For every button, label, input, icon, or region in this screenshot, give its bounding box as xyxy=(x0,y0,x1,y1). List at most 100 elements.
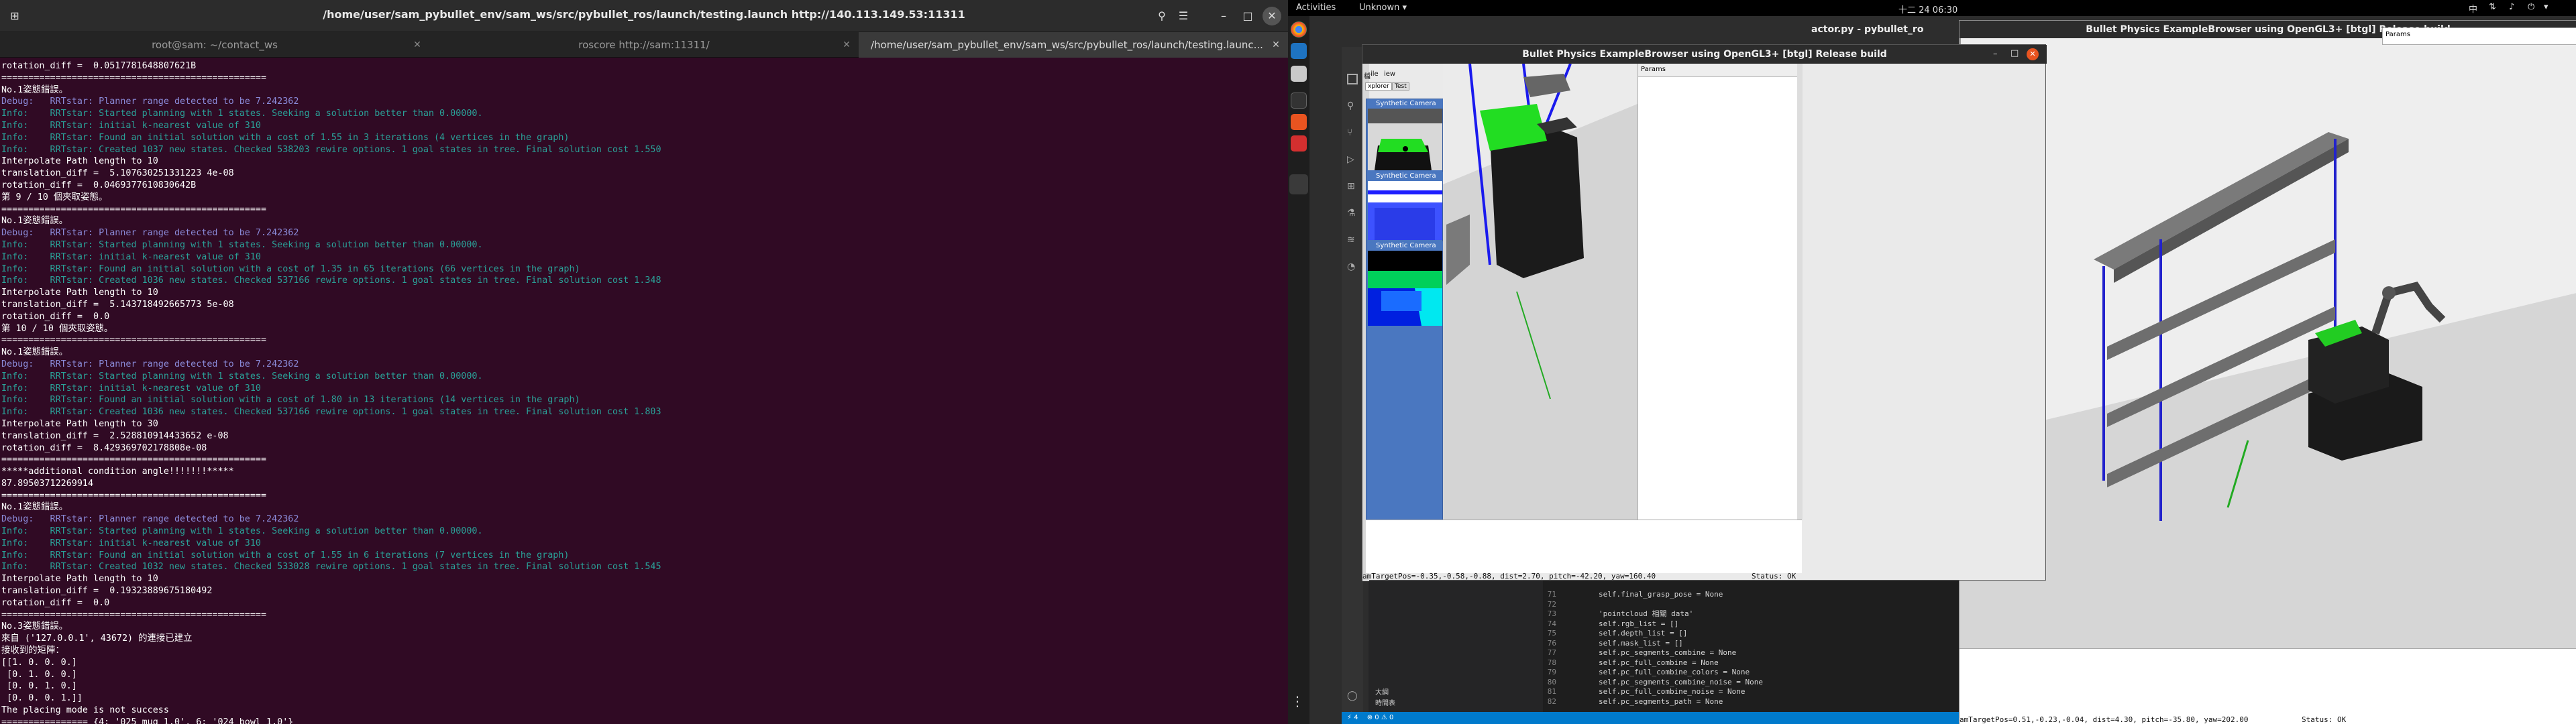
code-line[interactable]: self.pc_segments_path = None xyxy=(1563,697,1723,707)
code-line[interactable]: self.final_grasp_pose = None xyxy=(1563,590,1723,599)
docker-icon[interactable]: ≋ xyxy=(1347,235,1355,245)
rgb-image xyxy=(1368,109,1442,170)
terminal-titlebar: ⊞ /home/user/sam_pybullet_env/sam_ws/src… xyxy=(0,0,1288,32)
chevron-down-icon[interactable]: ▾ xyxy=(2544,2,2548,12)
bullet-3d-viewport[interactable] xyxy=(1960,38,2576,648)
status-item[interactable]: ⚡ 4 xyxy=(1347,714,1358,721)
bullet-browser-window-back[interactable]: Bullet Physics ExampleBrowser using Open… xyxy=(1959,20,2576,724)
minimize-icon[interactable]: – xyxy=(1993,49,1998,59)
code-line[interactable]: self.pc_full_combine_noise = None xyxy=(1563,687,1746,697)
code-line[interactable]: self.pc_segments_combine = None xyxy=(1563,648,1736,658)
line-number: 75 xyxy=(1547,629,1556,638)
terminal-line: Info: RRTstar: Started planning with 1 s… xyxy=(1,526,483,537)
tab-label: roscore http://sam:11311/ xyxy=(578,39,710,51)
code-line[interactable]: self.pc_full_combine = None xyxy=(1563,658,1719,668)
pane-rgb-title[interactable]: Synthetic Camera RGB data xyxy=(1366,99,1444,117)
terminal-output[interactable]: rotation_diff = 0.0517781648807621B =====… xyxy=(0,60,1288,724)
terminal-line: ================ {4: '025_mug_1.0', 6: '… xyxy=(1,717,294,724)
terminal-icon[interactable] xyxy=(1291,93,1307,109)
source-control-icon[interactable]: ⑂ xyxy=(1347,127,1352,138)
terminal-line: Info: RRTstar: Started planning with 1 s… xyxy=(1,109,483,119)
workspace-icon[interactable] xyxy=(1289,174,1308,194)
close-icon[interactable]: ✕ xyxy=(2027,48,2039,60)
terminal-line: 第 9 / 10 個夾取姿態。 xyxy=(1,192,108,202)
terminal-line: The placing mode is not success xyxy=(1,705,169,716)
vscode-icon[interactable] xyxy=(1291,43,1307,59)
clock[interactable]: 十二 24 06:30 xyxy=(1898,3,1957,15)
menu-file-cn[interactable]: 檔 xyxy=(1364,70,1371,80)
menu-icon[interactable]: ☰ xyxy=(1174,7,1193,25)
remote-icon[interactable]: ◔ xyxy=(1347,261,1355,272)
tab-roscore[interactable]: roscore http://sam:11311/ xyxy=(429,32,859,58)
tab-test[interactable]: Test xyxy=(1392,82,1409,90)
depth-image xyxy=(1368,181,1442,240)
scrollbar[interactable] xyxy=(1797,64,1803,520)
tab-explorer[interactable]: xplorer xyxy=(1365,82,1392,90)
bullet-browser-window-front[interactable]: Bullet Physics ExampleBrowser using Open… xyxy=(1362,44,2047,581)
terminal-line: Info: RRTstar: Started planning with 1 s… xyxy=(1,239,483,250)
chevron-down-icon: ▾ xyxy=(1402,3,1407,13)
input-method-icon[interactable]: 中 xyxy=(2469,2,2477,15)
code-line[interactable]: 'pointcloud 相關 data' xyxy=(1563,609,1693,619)
show-apps-icon[interactable]: ⋮⋮ xyxy=(1291,693,1318,709)
tab-testing-launch[interactable]: /home/user/sam_pybullet_env/sam_ws/src/p… xyxy=(859,32,1288,58)
pane-depth-title[interactable]: Synthetic Camera Depth data xyxy=(1366,172,1444,189)
software-icon[interactable] xyxy=(1291,114,1307,130)
editor-status-bar: ⚡ 4 ⊗ 0 ⚠ 0 xyxy=(1342,712,1959,724)
params-header: Params xyxy=(1638,64,1798,77)
status-item[interactable]: ⊗ 0 ⚠ 0 xyxy=(1367,714,1394,721)
code-line[interactable]: self.pc_full_combine_colors = None xyxy=(1563,668,1750,677)
chrome-icon[interactable] xyxy=(1291,21,1307,38)
console-panel xyxy=(1960,648,2576,724)
test-icon[interactable]: ⚗ xyxy=(1347,208,1356,219)
pane-seg-title[interactable]: Synthetic Camera Segmentation Mask xyxy=(1366,241,1444,259)
tab-close-icon[interactable]: ✕ xyxy=(1267,32,1285,58)
code-line[interactable]: self.rgb_list = [] xyxy=(1563,619,1678,629)
files-icon[interactable] xyxy=(1291,66,1307,82)
params-panel[interactable]: Params xyxy=(2382,27,2576,45)
terminal-line: ========================================… xyxy=(1,490,267,501)
params-panel[interactable]: Params xyxy=(1638,64,1798,520)
menu-view[interactable]: iew xyxy=(1384,70,1395,78)
tab-close-icon[interactable]: ✕ xyxy=(837,32,856,58)
params-label: Params xyxy=(2385,31,2410,38)
app-menu[interactable]: Unknown ▾ xyxy=(1359,3,1407,13)
segmentation-image xyxy=(1368,251,1442,326)
editor-explorer-panel: 大綱 時間表 xyxy=(1368,577,1543,724)
terminal-line: Debug: RRTstar: Planner range detected t… xyxy=(1,514,299,525)
terminal-line: Interpolate Path length to 10 xyxy=(1,574,158,585)
terminal-window[interactable]: ⊞ /home/user/sam_pybullet_env/sam_ws/src… xyxy=(0,0,1288,724)
maximize-icon[interactable]: □ xyxy=(2010,48,2019,58)
minimize-icon[interactable]: – xyxy=(1214,7,1233,25)
close-icon[interactable]: ✕ xyxy=(1263,7,1281,25)
maximize-icon[interactable]: □ xyxy=(1238,7,1257,25)
code-line[interactable]: self.mask_list = [] xyxy=(1563,639,1683,648)
terminal-line: rotation_diff = 0.0 xyxy=(1,597,110,608)
terminal-line: ========================================… xyxy=(1,609,267,620)
camera-panes: Synthetic Camera RGB data Synthetic Came… xyxy=(1366,99,1444,528)
extensions-icon[interactable]: ⊞ xyxy=(1347,181,1355,192)
tab-close-icon[interactable]: ✕ xyxy=(408,32,427,58)
bullet-3d-viewport[interactable] xyxy=(1443,63,1638,520)
search-icon[interactable]: ⚲ xyxy=(1152,7,1171,25)
network-icon[interactable]: ⇅ xyxy=(2489,2,2496,12)
outline-section[interactable]: 大綱 xyxy=(1375,686,1389,697)
activities-button[interactable]: Activities xyxy=(1296,3,1336,13)
anydesk-icon[interactable] xyxy=(1291,135,1307,152)
account-icon[interactable]: ◯ xyxy=(1347,690,1358,701)
timeline-section[interactable]: 時間表 xyxy=(1375,697,1395,707)
tab-contact-ws[interactable]: root@sam: ~/contact_ws xyxy=(0,32,429,58)
explorer-icon[interactable] xyxy=(1347,74,1358,84)
line-number: 77 xyxy=(1547,648,1556,657)
menu-file[interactable]: ile xyxy=(1371,70,1379,78)
editor-activity-bar: ⚲ ⑂ ▷ ⊞ ⚗ ≋ ◔ ◯ ⚙ xyxy=(1342,47,1363,724)
run-icon[interactable]: ▷ xyxy=(1347,154,1354,165)
code-line[interactable]: self.depth_list = [] xyxy=(1563,629,1687,638)
status-camera-target: amTargetPos=0.51,-0.23,-0.04, dist=4.30,… xyxy=(1960,715,2249,724)
app-menu-label: Unknown xyxy=(1359,3,1400,13)
search-icon[interactable]: ⚲ xyxy=(1347,101,1354,111)
volume-icon[interactable]: ♪ xyxy=(2509,2,2514,12)
code-line[interactable]: self.pc_segments_combine_noise = None xyxy=(1563,678,1763,687)
terminal-line: Info: RRTstar: initial k-nearest value o… xyxy=(1,538,261,548)
power-icon[interactable]: ⏻ xyxy=(2528,2,2534,12)
